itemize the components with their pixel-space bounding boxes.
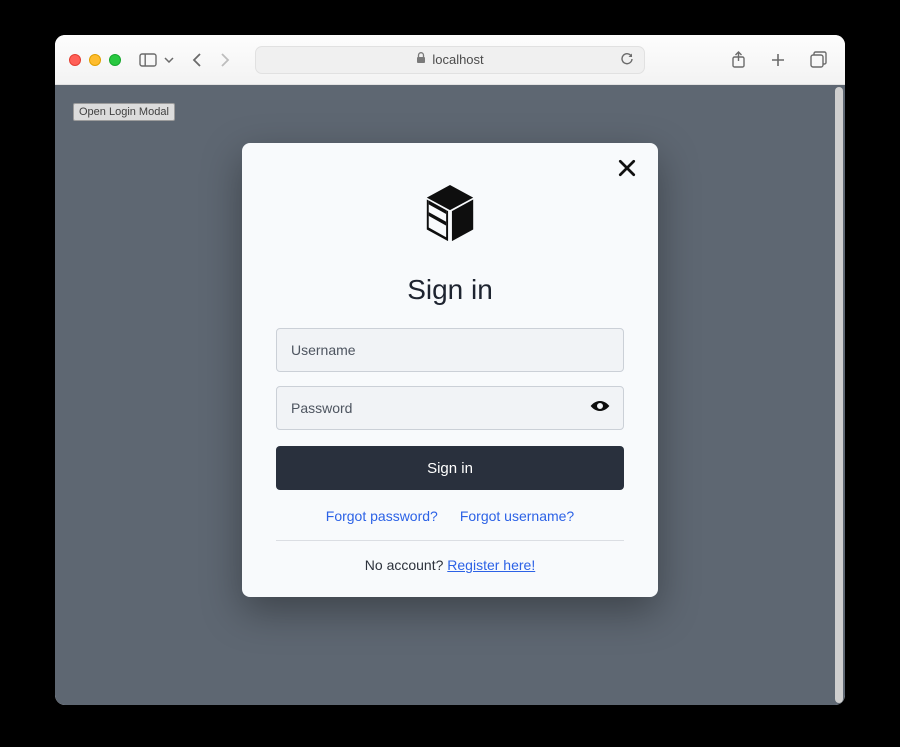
help-links: Forgot password? Forgot username? — [276, 508, 624, 524]
sign-in-button[interactable]: Sign in — [276, 446, 624, 490]
tabs-overview-button[interactable] — [805, 47, 831, 73]
address-bar-url: localhost — [432, 52, 483, 67]
eye-icon — [589, 395, 611, 422]
nav-forward-button[interactable] — [211, 47, 237, 73]
page-viewport: Open Login Modal — [55, 85, 845, 705]
scrollbar-thumb[interactable] — [835, 87, 843, 703]
open-login-modal-button[interactable]: Open Login Modal — [73, 103, 175, 121]
sidebar-toggle-button[interactable] — [135, 47, 161, 73]
window-controls — [69, 54, 121, 66]
modal-heading: Sign in — [276, 274, 624, 306]
close-icon — [618, 159, 636, 182]
new-tab-button[interactable] — [765, 47, 791, 73]
lock-icon — [416, 52, 426, 67]
no-account-text: No account? — [365, 557, 448, 573]
forgot-username-link[interactable]: Forgot username? — [460, 508, 574, 524]
username-input[interactable] — [291, 342, 609, 358]
register-link[interactable]: Register here! — [447, 557, 535, 573]
forgot-password-link[interactable]: Forgot password? — [326, 508, 438, 524]
nav-back-button[interactable] — [185, 47, 211, 73]
login-modal: Sign in Sign in Forgot password? Forgot … — [242, 143, 658, 597]
browser-window: localhost Open Login Modal — [55, 35, 845, 705]
close-button[interactable] — [614, 157, 640, 183]
address-bar[interactable]: localhost — [255, 46, 645, 74]
tab-dropdown-button[interactable] — [161, 47, 177, 73]
window-close-button[interactable] — [69, 54, 81, 66]
brand-logo — [276, 183, 624, 250]
vertical-scrollbar[interactable] — [835, 87, 843, 703]
browser-titlebar: localhost — [55, 35, 845, 85]
register-footer: No account? Register here! — [276, 557, 624, 573]
cube-logo-icon — [421, 183, 479, 250]
window-minimize-button[interactable] — [89, 54, 101, 66]
reload-icon[interactable] — [620, 51, 634, 68]
password-field-wrapper — [276, 386, 624, 430]
divider — [276, 540, 624, 541]
toggle-password-visibility-button[interactable] — [589, 397, 611, 419]
username-field-wrapper — [276, 328, 624, 372]
window-zoom-button[interactable] — [109, 54, 121, 66]
password-input[interactable] — [291, 400, 609, 416]
share-button[interactable] — [725, 47, 751, 73]
